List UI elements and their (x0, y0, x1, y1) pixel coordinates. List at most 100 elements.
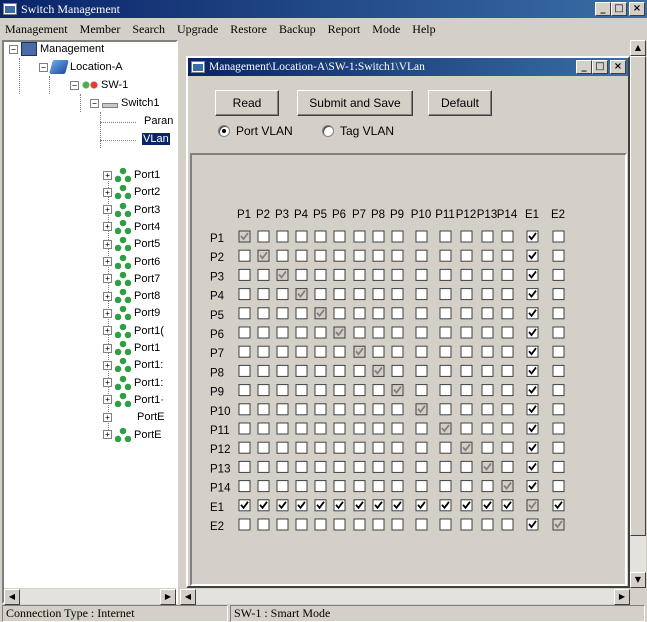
vlan-checkbox[interactable] (481, 326, 494, 339)
vlan-checkbox[interactable] (415, 441, 428, 454)
vlan-checkbox[interactable] (552, 441, 565, 454)
vlan-checkbox[interactable] (460, 326, 473, 339)
vlan-checkbox[interactable] (415, 345, 428, 358)
vlan-checkbox[interactable] (276, 326, 289, 339)
vlan-checkbox[interactable] (353, 364, 366, 377)
vlan-checkbox[interactable] (333, 403, 346, 416)
vlan-checkbox[interactable] (526, 230, 539, 243)
vlan-checkbox[interactable] (333, 364, 346, 377)
menu-report[interactable]: Report (322, 22, 367, 37)
vlan-checkbox[interactable] (333, 499, 346, 512)
vlan-checkbox[interactable] (526, 326, 539, 339)
vlan-checkbox[interactable] (238, 499, 251, 512)
vlan-checkbox[interactable] (295, 499, 308, 512)
vlan-checkbox[interactable] (391, 249, 404, 262)
vlan-checkbox[interactable] (526, 403, 539, 416)
vlan-checkbox[interactable] (295, 307, 308, 320)
vlan-checkbox[interactable] (333, 518, 346, 531)
scroll-left-button[interactable]: ◀ (4, 589, 20, 605)
vlan-checkbox[interactable] (501, 288, 514, 301)
vlan-checkbox[interactable] (257, 422, 270, 435)
vlan-checkbox[interactable] (295, 480, 308, 493)
default-button[interactable]: Default (428, 90, 492, 116)
vlan-checkbox[interactable] (481, 384, 494, 397)
tree-node-port[interactable]: + PortE (103, 427, 162, 443)
vlan-checkbox[interactable] (295, 441, 308, 454)
vlan-checkbox[interactable] (257, 518, 270, 531)
vlan-checkbox[interactable] (415, 364, 428, 377)
vlan-checkbox[interactable] (314, 460, 327, 473)
vlan-checkbox[interactable] (314, 384, 327, 397)
tree-node-port[interactable]: + Port1( (103, 323, 164, 339)
vlan-checkbox[interactable] (501, 326, 514, 339)
vlan-checkbox[interactable] (276, 384, 289, 397)
vlan-checkbox[interactable] (314, 230, 327, 243)
tree-node-location[interactable]: − Location-A (39, 59, 123, 75)
vlan-checkbox[interactable] (501, 249, 514, 262)
vlan-checkbox[interactable] (333, 307, 346, 320)
vlan-checkbox[interactable] (460, 499, 473, 512)
port-vlan-radio[interactable]: Port VLAN (218, 124, 293, 138)
expand-icon[interactable]: + (103, 308, 112, 318)
vlan-checkbox[interactable] (391, 268, 404, 281)
vlan-checkbox[interactable] (460, 422, 473, 435)
vlan-checkbox[interactable] (526, 384, 539, 397)
minimize-button[interactable]: _ (595, 2, 611, 16)
vlan-checkbox[interactable] (460, 288, 473, 301)
vlan-checkbox[interactable] (314, 345, 327, 358)
vlan-checkbox[interactable] (314, 268, 327, 281)
vlan-checkbox[interactable] (372, 422, 385, 435)
tree-node-switch1[interactable]: − Switch1 (90, 95, 160, 111)
vlan-checkbox[interactable] (391, 422, 404, 435)
vlan-checkbox[interactable] (439, 288, 452, 301)
vlan-checkbox[interactable] (439, 326, 452, 339)
vlan-checkbox[interactable] (526, 460, 539, 473)
expand-icon[interactable]: + (103, 378, 112, 388)
vlan-checkbox[interactable] (501, 460, 514, 473)
vlan-checkbox[interactable] (276, 307, 289, 320)
vlan-checkbox[interactable] (415, 480, 428, 493)
vlan-checkbox[interactable] (439, 518, 452, 531)
vlan-checkbox[interactable] (391, 518, 404, 531)
child-close-button[interactable]: × (610, 60, 626, 74)
vlan-checkbox[interactable] (552, 499, 565, 512)
vlan-checkbox[interactable] (526, 345, 539, 358)
vlan-checkbox[interactable] (501, 441, 514, 454)
vlan-checkbox[interactable] (372, 384, 385, 397)
vlan-checkbox[interactable] (501, 422, 514, 435)
vlan-checkbox[interactable] (333, 288, 346, 301)
vlan-checkbox[interactable] (295, 384, 308, 397)
vlan-checkbox[interactable] (333, 268, 346, 281)
vlan-checkbox[interactable] (439, 460, 452, 473)
expand-icon[interactable]: + (103, 412, 112, 422)
vlan-checkbox[interactable] (439, 441, 452, 454)
vlan-checkbox[interactable] (314, 441, 327, 454)
vlan-checkbox[interactable] (295, 403, 308, 416)
vlan-checkbox[interactable] (552, 230, 565, 243)
expand-icon[interactable]: + (103, 257, 112, 266)
vlan-checkbox[interactable] (314, 422, 327, 435)
vlan-checkbox[interactable] (238, 403, 251, 416)
vlan-checkbox[interactable] (353, 480, 366, 493)
collapse-icon[interactable]: − (90, 98, 99, 108)
vlan-checkbox[interactable] (391, 230, 404, 243)
vlan-checkbox[interactable] (415, 384, 428, 397)
vlan-checkbox[interactable] (552, 384, 565, 397)
vlan-checkbox[interactable] (481, 499, 494, 512)
vlan-checkbox[interactable] (353, 326, 366, 339)
vlan-checkbox[interactable] (526, 441, 539, 454)
vlan-checkbox[interactable] (257, 460, 270, 473)
vlan-checkbox[interactable] (257, 384, 270, 397)
expand-icon[interactable]: + (103, 430, 112, 439)
vlan-checkbox[interactable] (238, 345, 251, 358)
expand-icon[interactable]: + (103, 360, 112, 370)
read-button[interactable]: Read (215, 90, 279, 116)
vlan-checkbox[interactable] (333, 460, 346, 473)
vlan-checkbox[interactable] (314, 518, 327, 531)
vlan-checkbox[interactable] (238, 288, 251, 301)
vlan-checkbox[interactable] (391, 441, 404, 454)
tree-node-port[interactable]: + Port7 (103, 271, 160, 287)
vlan-checkbox[interactable] (257, 403, 270, 416)
vlan-checkbox[interactable] (526, 364, 539, 377)
tree-node-port[interactable]: + Port4 (103, 219, 160, 235)
